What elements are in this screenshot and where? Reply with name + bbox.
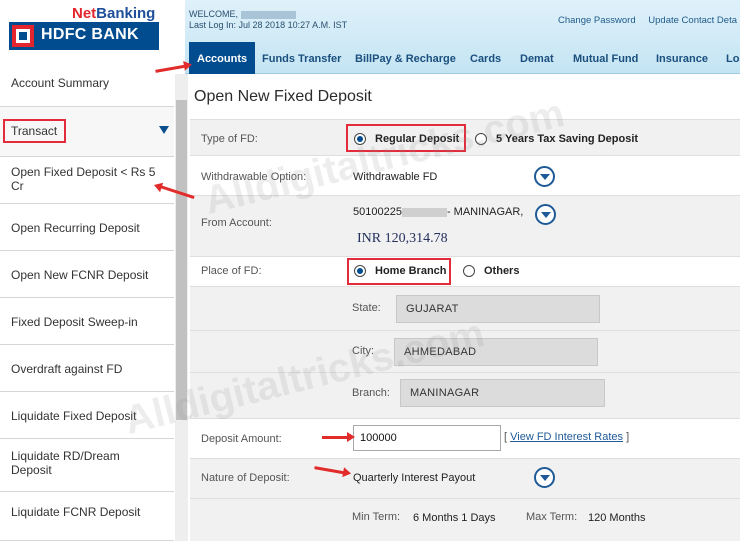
sidebar-item-open-fixed-deposit[interactable]: Open Fixed Deposit < Rs 5 Cr [0,157,174,204]
sidebar-item-fd-sweep-in[interactable]: Fixed Deposit Sweep-in [0,298,174,345]
sidebar-item-liquidate-rd[interactable]: Liquidate RD/Dream Deposit [0,439,174,492]
type-of-fd-label: Type of FD: [201,133,258,145]
welcome-text: WELCOME, [189,9,239,19]
row-term: Min Term: 6 Months 1 Days Max Term: 120 … [190,498,740,541]
sidebar-scroll-thumb[interactable] [176,100,187,420]
hdfc-bank-logo[interactable]: HDFC BANK [9,22,159,50]
account-dropdown-icon[interactable] [535,204,556,225]
min-term-value: 6 Months 1 Days [413,512,496,524]
max-term-value: 120 Months [588,512,646,524]
branch-field[interactable]: MANINAGAR [400,379,605,407]
others-label: Others [484,265,520,277]
annotation-arrow [322,432,355,442]
sidebar-item-label: Open Fixed Deposit < Rs 5 Cr [11,165,156,193]
tab-accounts[interactable]: Accounts [189,42,256,74]
nature-of-deposit-label: Nature of Deposit: [201,472,290,484]
tab-insurance[interactable]: Insurance [656,42,708,74]
update-contact-link[interactable]: Update Contact Deta [648,15,737,26]
sidebar-item-open-recurring-deposit[interactable]: Open Recurring Deposit [0,204,174,251]
withdrawable-dropdown-icon[interactable] [534,166,555,187]
account-number-prefix: 50100225 [353,206,402,218]
hdfc-logo-mark-icon [12,25,34,47]
view-fd-rates-link[interactable]: View FD Interest Rates [510,431,623,443]
deposit-amount-input[interactable]: 100000 [353,425,501,451]
home-branch-label: Home Branch [375,265,447,277]
state-field[interactable]: GUJARAT [396,295,600,323]
netbanking-prefix: Net [72,5,97,22]
page-title: Open New Fixed Deposit [194,88,372,105]
sidebar-item-liquidate-fcnr[interactable]: Liquidate FCNR Deposit [0,492,174,541]
bracket-open: [ [504,431,508,443]
radio-others[interactable] [463,265,475,277]
row-place-of-fd: Place of FD: Home Branch Others [190,256,740,286]
top-links: Change Password Update Contact Deta [558,15,740,26]
sidebar-item-label: Overdraft against FD [11,362,123,376]
bracket-close: ] [626,431,630,443]
masked-username [240,10,296,19]
account-number: 50100225 - MANINAGAR, [353,206,523,218]
session-info: WELCOME, Last Log In: Jul 28 2018 10:27 … [189,9,347,31]
row-deposit-amount: Deposit Amount: 100000 [ View FD Interes… [190,418,740,458]
min-term-label: Min Term: [352,511,401,523]
row-nature-of-deposit: Nature of Deposit: Quarterly Interest Pa… [190,458,740,498]
tab-demat[interactable]: Demat [520,42,554,74]
tab-loans[interactable]: Loa [726,42,740,74]
change-password-link[interactable]: Change Password [558,15,636,26]
tab-mutual-fund[interactable]: Mutual Fund [573,42,638,74]
hdfc-logo-text: HDFC BANK [41,26,139,43]
sidebar-item-label: Account Summary [11,76,110,90]
sidebar-item-overdraft-fd[interactable]: Overdraft against FD [0,345,174,392]
state-label: State: [352,302,381,314]
account-branch-suffix: - MANINAGAR, [446,206,524,218]
max-term-label: Max Term: [526,511,578,523]
rates-link-wrapper: [ View FD Interest Rates ] [504,431,629,443]
branch-label: Branch: [352,387,390,399]
tab-cards[interactable]: Cards [470,42,501,74]
sidebar-item-label: Liquidate FCNR Deposit [11,505,141,519]
sidebar-item-label: Liquidate RD/Dream Deposit [11,449,120,477]
account-balance: INR 120,314.78 [357,231,448,246]
place-of-fd-label: Place of FD: [201,265,262,277]
netbanking-title: NetBanking [72,5,155,22]
netbanking-suffix: Banking [96,5,156,22]
sidebar-item-label: Open New FCNR Deposit [11,268,149,282]
tab-billpay-recharge[interactable]: BillPay & Recharge [355,42,456,74]
last-login-text: Last Log In: Jul 28 2018 10:27 A.M. IST [189,20,348,30]
sidebar-item-label: Fixed Deposit Sweep-in [11,315,138,329]
chevron-down-icon[interactable] [159,126,169,134]
logo-area: NetBanking HDFC BANK [0,0,185,74]
masked-account-digits [401,207,447,217]
radio-home-branch[interactable] [354,265,366,277]
nature-dropdown-icon[interactable] [534,467,555,488]
deposit-amount-label: Deposit Amount: [201,433,282,445]
sidebar-item-label: Open Recurring Deposit [11,221,140,235]
tab-funds-transfer[interactable]: Funds Transfer [262,42,341,74]
header-bar: NetBanking HDFC BANK WELCOME, Last Log I… [0,0,740,74]
transact-highlight [3,119,66,143]
sidebar-item-open-fcnr-deposit[interactable]: Open New FCNR Deposit [0,251,174,298]
sidebar-item-account-summary[interactable]: Account Summary [0,74,174,107]
nature-of-deposit-value: Quarterly Interest Payout [353,472,476,484]
sidebar: Account Summary Transact Open Fixed Depo… [0,74,176,541]
